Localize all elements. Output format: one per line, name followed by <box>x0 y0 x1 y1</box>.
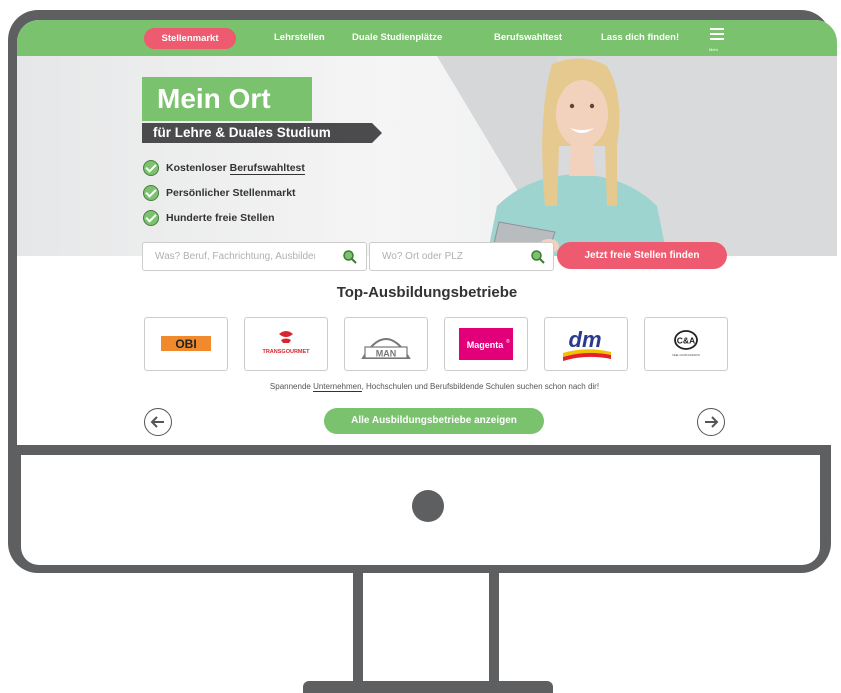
nav-item-lass-dich-finden[interactable]: Lass dich finden! <box>601 32 679 43</box>
nav-item-duale-studienplaetze[interactable]: Duale Studienplätze <box>352 32 442 43</box>
berufswahltest-link[interactable]: Berufswahltest <box>229 162 305 175</box>
company-logo-dm[interactable]: dm <box>544 317 628 371</box>
hamburger-menu-icon[interactable] <box>710 28 724 43</box>
dm-logo-icon: dm <box>563 327 611 361</box>
feature-stellenmarkt: Persönlicher Stellenmarkt <box>143 185 296 202</box>
check-circle-icon <box>143 160 159 177</box>
nav-item-stellenmarkt[interactable]: Stellenmarkt <box>144 28 236 49</box>
next-arrow-button[interactable] <box>697 408 725 436</box>
check-circle-icon <box>143 210 159 227</box>
monitor-stand-left <box>353 573 363 689</box>
company-logo-magenta[interactable]: Magenta ® <box>444 317 528 371</box>
feature-berufswahltest: Kostenloser Berufswahltest <box>143 160 305 177</box>
svg-text:OBI: OBI <box>175 337 196 351</box>
hero-subtitle: für Lehre & Duales Studium <box>142 123 372 143</box>
check-circle-icon <box>143 185 159 202</box>
top-nav: Stellenmarkt Lehrstellen Duale Studienpl… <box>17 20 837 56</box>
menu-label: Mehr <box>709 47 719 52</box>
subtitle-arrow-shape <box>372 123 382 143</box>
what-search-input[interactable] <box>143 243 317 270</box>
man-logo-icon: MAN <box>361 338 411 359</box>
obi-logo-icon: OBI <box>161 336 211 351</box>
company-logo-obi[interactable]: OBI <box>144 317 228 371</box>
svg-text:®: ® <box>506 338 510 345</box>
all-companies-button[interactable]: Alle Ausbildungsbetriebe anzeigen <box>324 408 544 434</box>
where-search-box <box>369 242 554 271</box>
what-search-box <box>142 242 367 271</box>
company-logo-man[interactable]: MAN <box>344 317 428 371</box>
unternehmen-link[interactable]: Unternehmen <box>313 382 362 392</box>
ca-logo-icon: C&A FEEL GOOD FASHION <box>672 330 700 357</box>
nav-item-berufswahltest[interactable]: Berufswahltest <box>494 32 562 43</box>
company-logo-transgourmet[interactable]: TRANSGOURMET <box>244 317 328 371</box>
monitor-stand-right <box>489 573 499 689</box>
where-search-input[interactable] <box>370 243 524 270</box>
find-jobs-button[interactable]: Jetzt freie Stellen finden <box>557 242 727 269</box>
svg-text:dm: dm <box>569 327 602 352</box>
svg-text:TRANSGOURMET: TRANSGOURMET <box>262 349 310 355</box>
transgourmet-logo-icon: TRANSGOURMET <box>262 331 310 355</box>
arrow-right-icon <box>705 416 719 428</box>
previous-arrow-button[interactable] <box>144 408 172 436</box>
arrow-left-icon <box>150 416 164 428</box>
svg-text:FEEL GOOD FASHION: FEEL GOOD FASHION <box>672 353 699 357</box>
companies-description: Spannende Unternehmen, Hochschulen und B… <box>269 382 600 392</box>
screen: Stellenmarkt Lehrstellen Duale Studienpl… <box>17 20 837 445</box>
feature-freie-stellen: Hunderte freie Stellen <box>143 210 275 227</box>
section-title: Top-Ausbildungsbetriebe <box>336 284 518 301</box>
woman-with-tablet-image <box>487 58 667 256</box>
hero-title: Mein Ort <box>142 77 312 121</box>
power-button-icon <box>412 490 444 522</box>
search-icon[interactable] <box>530 249 546 265</box>
svg-text:MAN: MAN <box>376 349 397 359</box>
company-logo-ca[interactable]: C&A FEEL GOOD FASHION <box>644 317 728 371</box>
nav-item-lehrstellen[interactable]: Lehrstellen <box>274 32 325 43</box>
magenta-logo-icon: Magenta ® <box>459 328 513 360</box>
svg-text:C&A: C&A <box>677 336 695 346</box>
monitor-base <box>303 681 553 693</box>
search-icon[interactable] <box>342 249 358 265</box>
svg-text:Magenta: Magenta <box>467 340 505 350</box>
